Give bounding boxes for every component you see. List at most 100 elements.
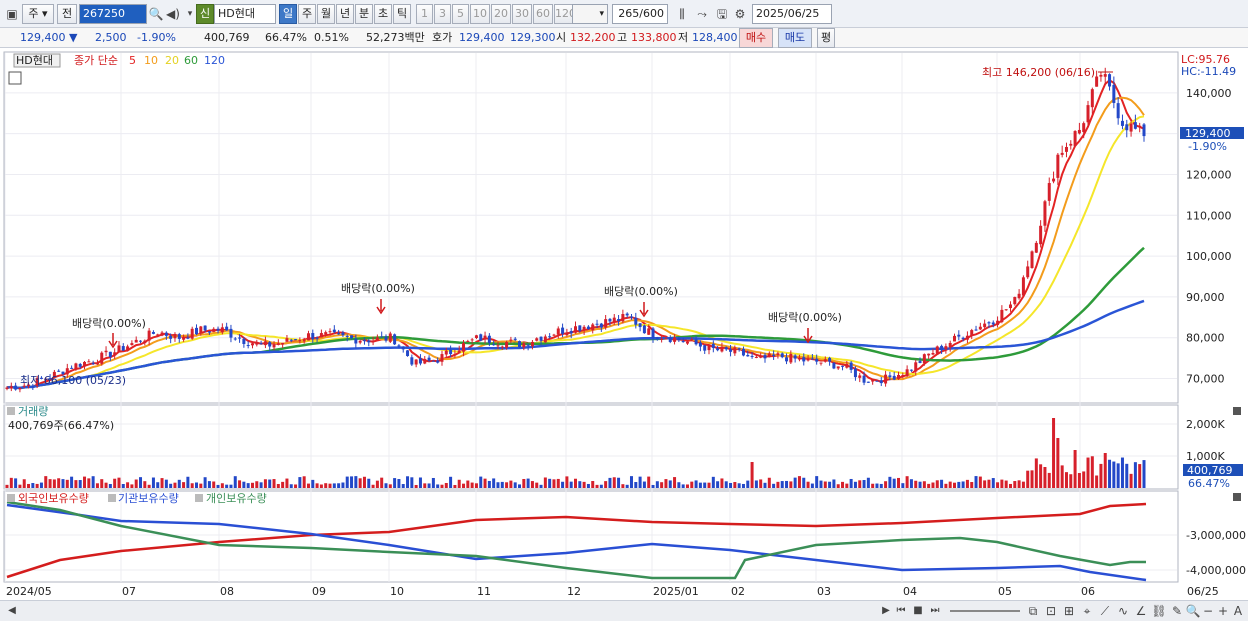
search-icon[interactable]: 🔍: [148, 6, 164, 22]
fast-forward-icon[interactable]: ⏭: [927, 603, 943, 619]
candle-body: [565, 332, 569, 336]
scroll-right-icon[interactable]: ▶: [878, 603, 894, 619]
candle-body: [780, 353, 784, 358]
candle-body: [332, 329, 336, 333]
volume-bar: [1034, 458, 1038, 488]
stop-icon[interactable]: ■: [910, 603, 926, 619]
scroll-left-icon[interactable]: ◀: [4, 603, 20, 619]
zoom-icon[interactable]: 🔍: [1185, 603, 1201, 619]
grid-toggle-icon[interactable]: [8, 71, 22, 85]
stock-code-input[interactable]: 267250: [79, 4, 147, 24]
zoom-slider[interactable]: [950, 610, 1020, 612]
text-icon[interactable]: A: [1230, 603, 1246, 619]
save-icon[interactable]: 🖫: [714, 6, 730, 22]
legend-ma5: 5: [129, 54, 136, 67]
interval-tab-1[interactable]: 1: [416, 4, 433, 24]
volume-bar: [634, 482, 638, 488]
plus-icon[interactable]: +: [1215, 603, 1231, 619]
prev-button[interactable]: 전: [57, 4, 77, 24]
candle-body: [927, 353, 931, 356]
volume-bar: [927, 483, 931, 488]
holdings-close-icon[interactable]: [1233, 493, 1241, 501]
candle-icon[interactable]: ⫼: [674, 6, 690, 22]
period-tab-6[interactable]: 틱: [393, 4, 411, 24]
eval-button[interactable]: 평: [817, 28, 835, 48]
period-tab-1[interactable]: 주: [298, 4, 316, 24]
rewind-icon[interactable]: ⏮: [893, 603, 909, 619]
candle-body: [608, 318, 612, 322]
volume-bar: [823, 481, 827, 488]
period-tab-3[interactable]: 년: [336, 4, 354, 24]
volume-bar: [1108, 459, 1112, 488]
interval-tab-30[interactable]: 30: [512, 4, 532, 24]
volume-close-icon[interactable]: [1233, 407, 1241, 415]
trend-icon[interactable]: ⟋: [1097, 603, 1113, 619]
candle-body: [548, 336, 552, 338]
window-icon[interactable]: ▣: [4, 6, 20, 22]
volume-bar: [595, 484, 599, 488]
volume-bar: [311, 479, 315, 488]
candle-body: [875, 380, 879, 382]
gear-icon[interactable]: ⚙: [732, 6, 748, 22]
pen-icon[interactable]: ✎: [1169, 603, 1185, 619]
link-icon[interactable]: ⛓: [1151, 603, 1167, 619]
interval-tab-5[interactable]: 5: [452, 4, 469, 24]
volume-bar: [901, 483, 905, 488]
volume-bar: [319, 484, 323, 488]
candle-body: [552, 334, 556, 336]
volume-bar: [815, 476, 819, 488]
date-field[interactable]: 2025/06/25▦: [752, 4, 832, 24]
candle-body: [1064, 146, 1068, 152]
interval-select[interactable]: ▾: [572, 4, 608, 24]
interval-tab-60[interactable]: 60: [533, 4, 553, 24]
volume-bar: [48, 479, 52, 488]
interval-tab-20[interactable]: 20: [491, 4, 511, 24]
angle-icon[interactable]: ∠: [1133, 603, 1149, 619]
period-tab-0[interactable]: 일: [279, 4, 297, 24]
volume-bar: [582, 481, 586, 488]
volume-bar: [578, 481, 582, 488]
volume-bar: [406, 476, 410, 488]
volume-bar: [440, 484, 444, 488]
volume-bar: [371, 484, 375, 488]
minus-icon[interactable]: −: [1200, 603, 1216, 619]
holdings-legend-box: [7, 494, 15, 502]
candle-body: [509, 339, 513, 341]
ask-value: 129,400: [459, 31, 505, 44]
stock-chart[interactable]: 140,000130,000120,000110,000100,00090,00…: [0, 48, 1248, 600]
window-split-icon[interactable]: ⊞: [1061, 603, 1077, 619]
volume-bar: [212, 481, 216, 488]
count-field[interactable]: 265/600: [612, 4, 668, 24]
interval-tab-120[interactable]: 120: [554, 4, 576, 24]
candle-body: [479, 334, 483, 341]
period-type-select[interactable]: 주 ▾: [22, 4, 54, 24]
volume-bar: [289, 484, 293, 488]
copy-icon[interactable]: ⊡: [1043, 603, 1059, 619]
candle-body: [190, 328, 194, 339]
period-tab-5[interactable]: 초: [374, 4, 392, 24]
volume-bar: [259, 482, 263, 488]
candle-body: [845, 364, 849, 368]
period-tab-2[interactable]: 월: [317, 4, 335, 24]
layout-icon[interactable]: ⧉: [1025, 603, 1041, 619]
candle-body: [319, 333, 323, 338]
wave-icon[interactable]: ∿: [1115, 603, 1131, 619]
chart-type-icon[interactable]: ⤳: [694, 6, 710, 22]
interval-tab-10[interactable]: 10: [470, 4, 490, 24]
speaker-icon[interactable]: ◀): [165, 6, 181, 22]
candle-body: [1069, 143, 1073, 146]
interval-tab-3[interactable]: 3: [434, 4, 451, 24]
candle-body: [1039, 225, 1043, 245]
x-tick-label: 02: [731, 585, 745, 598]
bid-label: 호가: [432, 31, 453, 44]
buy-button[interactable]: 매수: [739, 28, 773, 48]
candle-body: [944, 346, 948, 350]
volume-bar: [160, 478, 164, 488]
stock-name-field[interactable]: HD현대: [214, 4, 276, 24]
period-tab-4[interactable]: 분: [355, 4, 373, 24]
x-tick-label: 2025/01: [653, 585, 699, 598]
candle-body: [1103, 74, 1107, 77]
crosshair-icon[interactable]: ⌖: [1079, 603, 1095, 619]
volume-bar: [991, 478, 995, 488]
sell-button[interactable]: 매도: [778, 28, 812, 48]
